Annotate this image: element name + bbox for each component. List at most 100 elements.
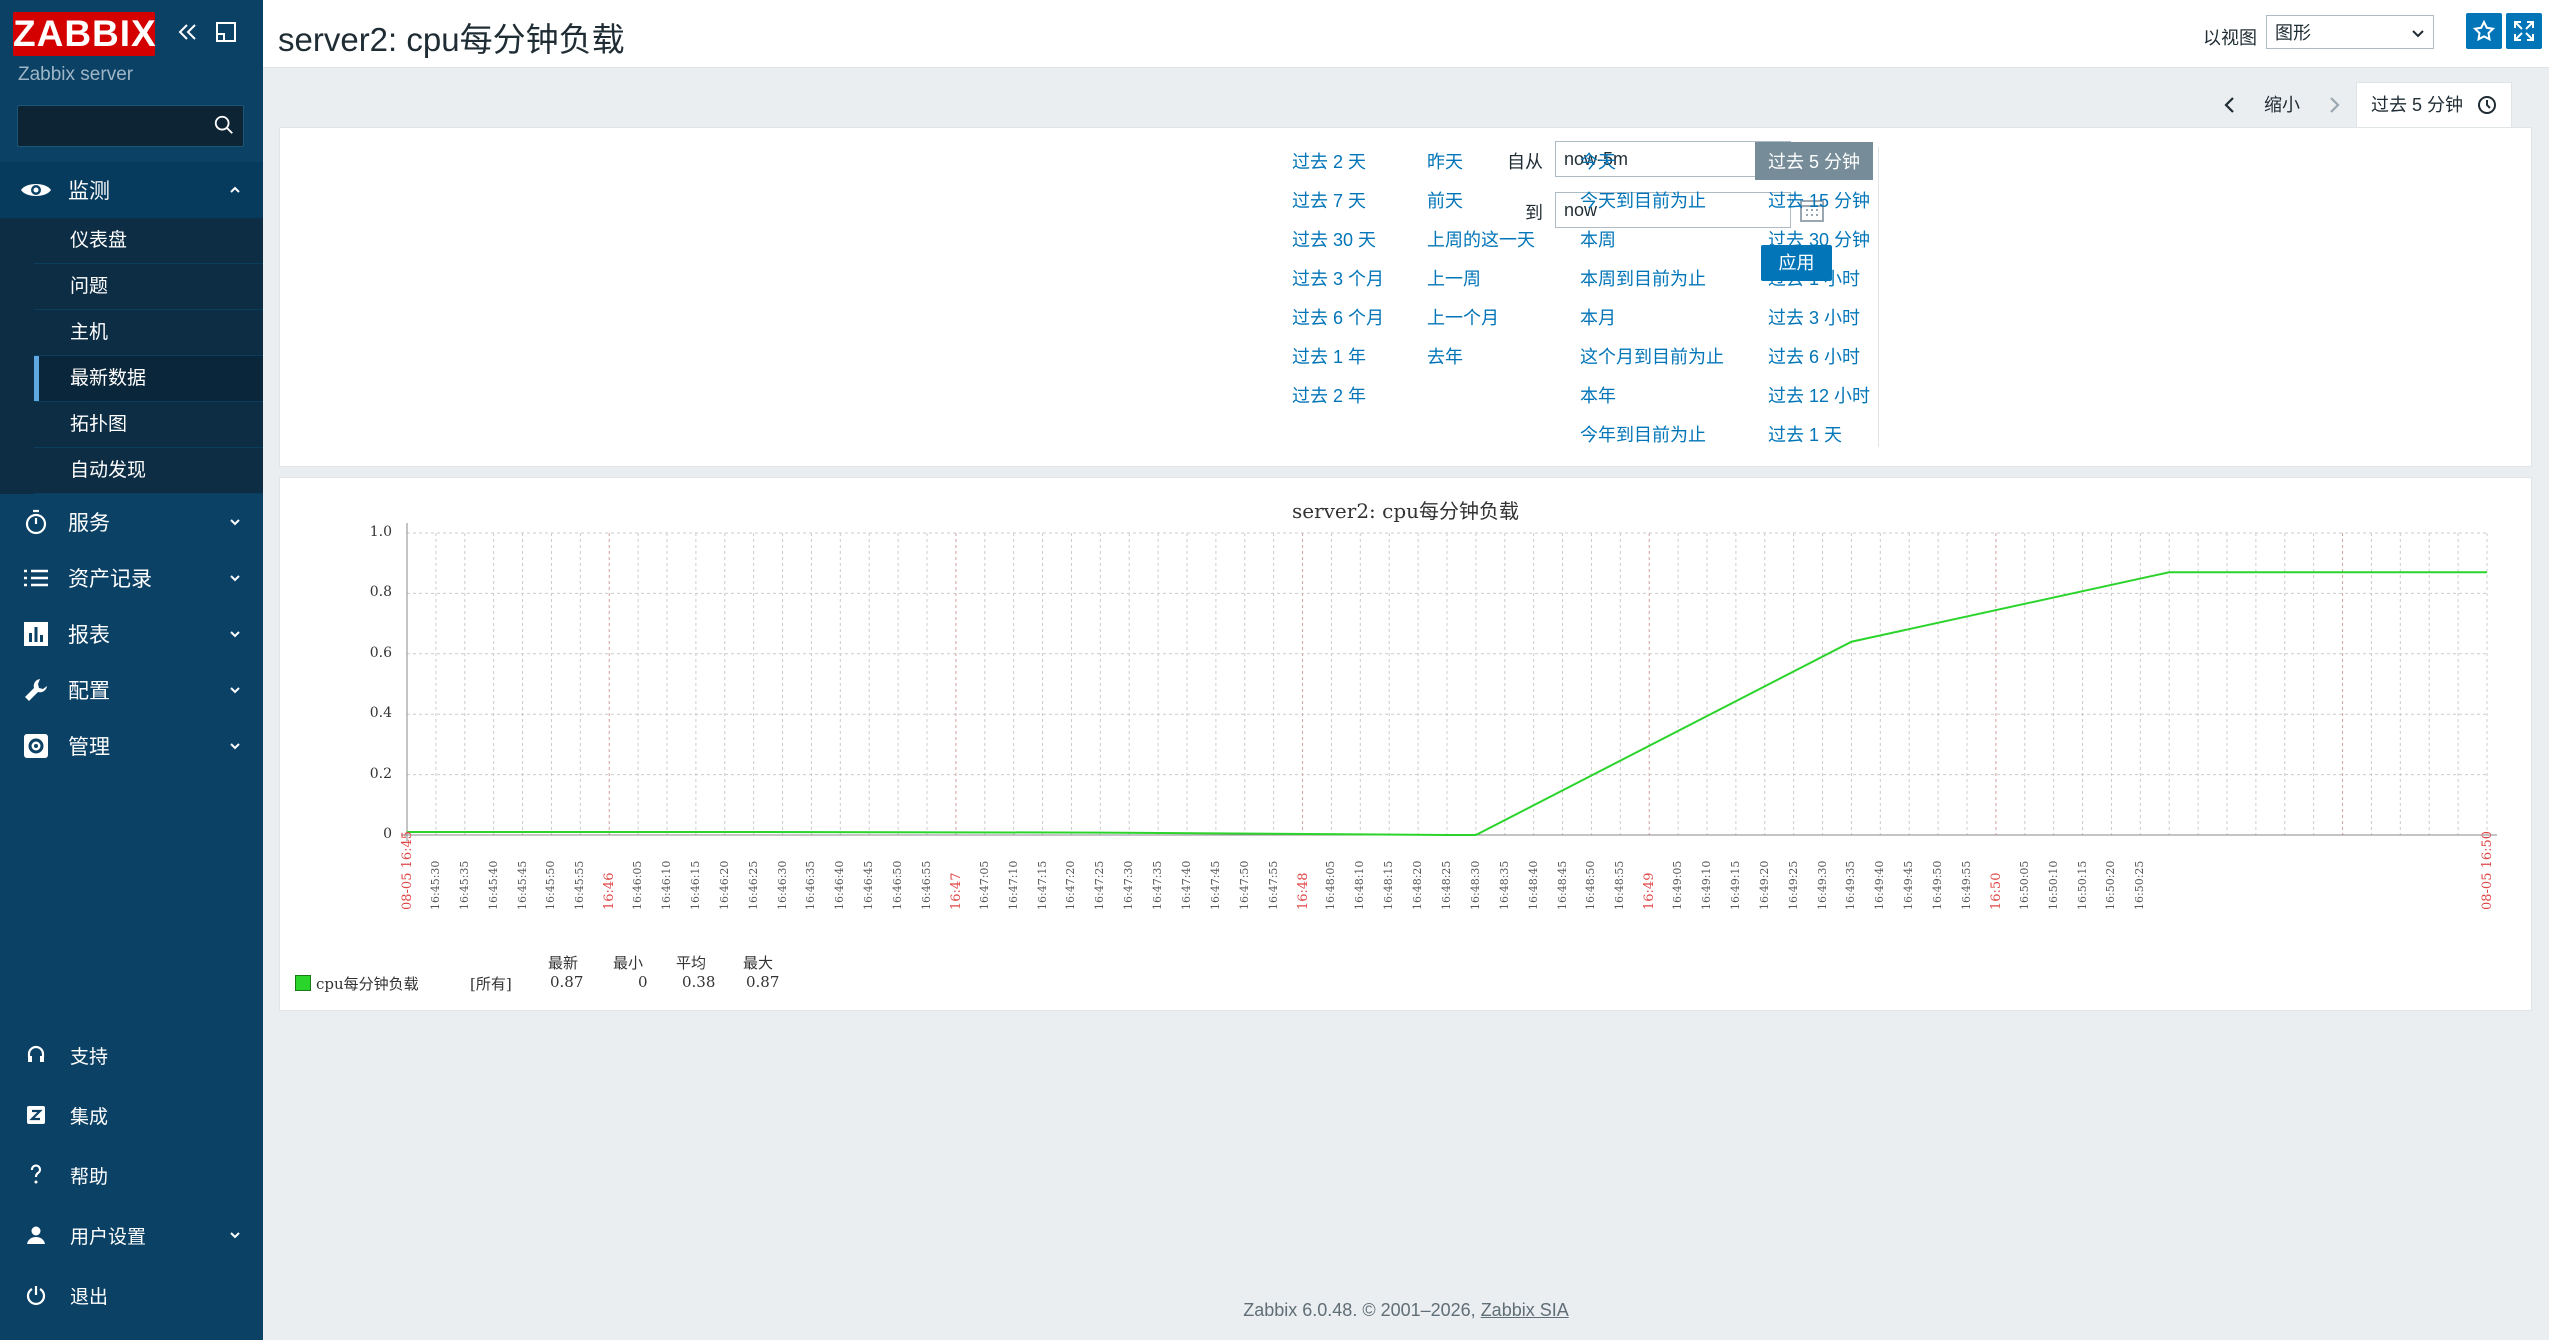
x-tick-label: 08-05 16:50 xyxy=(2480,830,2495,910)
user-icon xyxy=(27,1226,45,1244)
x-tick-label: 16:46:05 xyxy=(631,860,645,910)
quick-range-link[interactable]: 过去 15 分钟 xyxy=(1768,187,1870,213)
quick-range-link[interactable]: 去年 xyxy=(1427,343,1463,369)
x-tick-label: 16:46:20 xyxy=(717,860,731,910)
search-input[interactable] xyxy=(17,105,244,147)
quick-range-link[interactable]: 过去 7 天 xyxy=(1292,187,1366,213)
quick-range-link[interactable]: 本月 xyxy=(1580,304,1616,330)
quick-range-link[interactable]: 过去 2 天 xyxy=(1292,148,1366,174)
sign-out-link[interactable]: 退出 xyxy=(0,1265,263,1325)
search-icon[interactable] xyxy=(213,114,235,136)
help-label: 帮助 xyxy=(70,1166,109,1188)
fullscreen-button[interactable] xyxy=(2506,13,2542,49)
quick-range-link[interactable]: 今天 xyxy=(1580,148,1616,174)
stopwatch-icon xyxy=(25,509,47,535)
view-as-select[interactable]: 图形 xyxy=(2266,15,2434,49)
menu-monitoring[interactable]: 监测 xyxy=(0,162,263,218)
menu-inventory[interactable]: 资产记录 xyxy=(0,550,263,606)
legend-header-avg: 平均 xyxy=(676,954,707,972)
y-tick-label: 0.6 xyxy=(369,644,392,661)
x-tick-label: 16:47:20 xyxy=(1064,860,1078,910)
submenu-dashboard[interactable]: 仪表盘 xyxy=(34,218,263,264)
submenu-maps[interactable]: 拓扑图 xyxy=(34,402,263,448)
time-next-button[interactable] xyxy=(2312,87,2356,123)
quick-range-link[interactable]: 过去 6 小时 xyxy=(1768,343,1860,369)
quick-range-link[interactable]: 过去 3 个月 xyxy=(1292,265,1384,291)
fullscreen-icon xyxy=(2514,21,2534,41)
submenu-latest-data[interactable]: 最新数据 xyxy=(34,356,263,402)
menu-configuration[interactable]: 配置 xyxy=(0,662,263,718)
zabbix-logo[interactable]: ZABBIX xyxy=(13,12,156,56)
submenu-hosts[interactable]: 主机 xyxy=(34,310,263,356)
x-tick-label: 16:48:15 xyxy=(1382,860,1396,910)
quick-range-link[interactable]: 上一个月 xyxy=(1427,304,1499,330)
star-icon xyxy=(2473,20,2495,42)
quick-range-link[interactable]: 前天 xyxy=(1427,187,1463,213)
page-header: server2: cpu每分钟负载 以视图 图形 xyxy=(263,0,2549,68)
menu-reports-label: 报表 xyxy=(68,624,110,647)
quick-range-link[interactable]: 过去 5 分钟 xyxy=(1755,142,1874,180)
menu-reports[interactable]: 报表 xyxy=(0,606,263,662)
quick-range-link[interactable]: 本年 xyxy=(1580,382,1616,408)
x-tick-label: 16:48:20 xyxy=(1411,860,1425,910)
x-tick-label: 16:47:45 xyxy=(1208,860,1222,910)
support-label: 支持 xyxy=(70,1046,109,1068)
user-settings-link[interactable]: 用户设置 xyxy=(0,1205,263,1265)
quick-range-link[interactable]: 过去 3 小时 xyxy=(1768,304,1860,330)
quick-range-link[interactable]: 上一周 xyxy=(1427,265,1481,291)
quick-range-link[interactable]: 过去 1 小时 xyxy=(1768,265,1860,291)
quick-range-link[interactable]: 今年到目前为止 xyxy=(1580,421,1706,447)
integrations-link[interactable]: 集成 xyxy=(0,1085,263,1145)
x-tick-label: 16:45:55 xyxy=(573,860,587,910)
quick-range-link[interactable]: 过去 1 天 xyxy=(1768,421,1842,447)
submenu-discovery[interactable]: 自动发现 xyxy=(34,448,263,494)
submenu-problems[interactable]: 问题 xyxy=(34,264,263,310)
quick-range-link[interactable]: 本周到目前为止 xyxy=(1580,265,1706,291)
menu-services-label: 服务 xyxy=(68,512,110,535)
quick-range-link[interactable]: 过去 2 年 xyxy=(1292,382,1366,408)
collapse-sidebar-icon[interactable] xyxy=(176,20,200,44)
support-link[interactable]: 支持 xyxy=(0,1025,263,1085)
legend-max-value: 0.87 xyxy=(746,973,780,991)
time-prev-button[interactable] xyxy=(2208,87,2252,123)
zoom-out-button[interactable]: 缩小 xyxy=(2252,87,2312,123)
quick-range-link[interactable]: 过去 6 个月 xyxy=(1292,304,1384,330)
quick-range-link[interactable]: 昨天 xyxy=(1427,148,1463,174)
chevron-up-icon xyxy=(230,186,240,193)
favorite-button[interactable] xyxy=(2466,13,2502,49)
legend-latest-value: 0.87 xyxy=(550,973,584,991)
quick-range-link[interactable]: 过去 1 年 xyxy=(1292,343,1366,369)
x-tick-label: 16:47:10 xyxy=(1006,860,1020,910)
x-tick-label: 16:49:05 xyxy=(1671,860,1685,910)
user-settings-label: 用户设置 xyxy=(70,1226,147,1248)
bar-chart-icon xyxy=(24,622,48,646)
quick-range-link[interactable]: 今天到目前为止 xyxy=(1580,187,1706,213)
legend-header-max: 最大 xyxy=(743,954,774,972)
integrations-label: 集成 xyxy=(70,1106,109,1128)
time-range-label: 过去 5 分钟 xyxy=(2371,95,2464,115)
x-tick-label: 16:49:10 xyxy=(1700,860,1713,910)
quick-range-link[interactable]: 本周 xyxy=(1580,226,1616,252)
quick-range-link[interactable]: 上周的这一天 xyxy=(1427,226,1535,252)
x-tick-label: 16:49:55 xyxy=(1960,860,1973,910)
x-tick-label: 16:48:35 xyxy=(1497,860,1511,910)
help-link[interactable]: 帮助 xyxy=(0,1145,263,1205)
chevron-down-icon xyxy=(230,575,240,582)
menu-inventory-label: 资产记录 xyxy=(68,568,152,591)
menu-administration[interactable]: 管理 xyxy=(0,718,263,774)
quick-range-link[interactable]: 过去 30 分钟 xyxy=(1768,226,1870,252)
quick-range-link[interactable]: 过去 12 小时 xyxy=(1768,382,1870,408)
wrench-icon xyxy=(25,679,47,701)
menu-monitoring-label: 监测 xyxy=(68,180,110,203)
legend-header-latest: 最新 xyxy=(548,954,579,972)
x-tick-label: 16:49:50 xyxy=(1931,860,1945,910)
x-tick-label: 16:48:40 xyxy=(1526,860,1540,910)
x-tick-label: 16:47:30 xyxy=(1122,860,1136,910)
kiosk-mode-icon[interactable] xyxy=(214,20,238,44)
quick-range-link[interactable]: 这个月到目前为止 xyxy=(1580,343,1724,369)
quick-range-link[interactable]: 过去 30 天 xyxy=(1292,226,1376,252)
footer-company-link[interactable]: Zabbix SIA xyxy=(1481,1300,1569,1320)
menu-services[interactable]: 服务 xyxy=(0,494,263,550)
sidebar-footer: 支持 集成 帮助 用户设置 退出 xyxy=(0,1025,263,1325)
time-range-tab[interactable]: 过去 5 分钟 xyxy=(2356,82,2513,127)
